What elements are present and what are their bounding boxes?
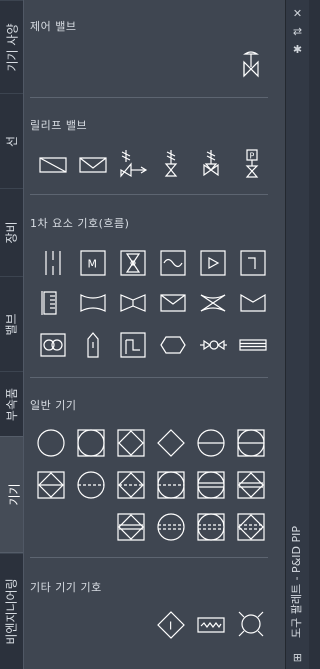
tab-label: 선 <box>4 135 19 147</box>
ultrasonic-meter-icon[interactable] <box>118 330 148 360</box>
magnetic-label: M <box>88 258 98 271</box>
tab-fittings[interactable]: 부속품 <box>0 371 23 436</box>
tab-valves[interactable]: 밸브 <box>0 276 23 371</box>
shared-display-behind-panel-icon[interactable] <box>196 512 226 542</box>
computer-behind-panel-icon[interactable] <box>236 512 266 542</box>
close-icon[interactable]: ✕ <box>290 6 305 20</box>
plc-main-panel-icon[interactable] <box>116 470 146 500</box>
tab-label: 기기 <box>7 483 22 506</box>
tab-lines[interactable]: 선 <box>0 93 23 188</box>
pressure-relief-valve-icon[interactable] <box>118 148 148 178</box>
autohide-icon[interactable]: ⇄ <box>290 24 305 38</box>
palette-menu-icon[interactable]: ⊞ <box>290 650 305 664</box>
tab-label: 비엔지니어링 <box>5 578 19 645</box>
palette-title-rail: ✕ ⇄ ✱ 도구 팔레트 - P&ID PIP ⊞ <box>285 0 309 669</box>
flow-straightener-icon[interactable] <box>238 330 268 360</box>
tab-label: 부속품 <box>5 387 19 421</box>
shared-display-main-panel-icon[interactable] <box>236 428 266 458</box>
variable-area-meter-icon[interactable] <box>158 330 188 360</box>
control-valve-icon[interactable] <box>236 50 266 80</box>
divider <box>30 194 268 195</box>
pitot-venturi-icon[interactable] <box>118 288 148 318</box>
dual-function-aux-icon[interactable] <box>156 512 186 542</box>
tab-equipment[interactable]: 장비 <box>0 188 23 276</box>
tab-instrument-spec[interactable]: 기기 사양 <box>0 0 23 93</box>
section-title-misc-instrument: 기타 기기 기호 <box>30 581 102 594</box>
turbine-meter-icon[interactable] <box>158 248 188 278</box>
divider <box>30 557 268 558</box>
tab-label: 밸브 <box>5 312 19 336</box>
magnetic-flow-meter-icon[interactable]: M <box>78 248 108 278</box>
computer-function-field-icon[interactable] <box>116 428 146 458</box>
relief-valve-angle-icon[interactable] <box>196 148 226 178</box>
rupture-disc-icon[interactable] <box>38 150 68 180</box>
properties-icon[interactable]: ✱ <box>290 42 305 56</box>
section-title-relief-valve: 릴리프 밸브 <box>30 119 88 132</box>
rupture-disc-vacuum-icon[interactable] <box>78 150 108 180</box>
discrete-instrument-main-panel-icon[interactable] <box>196 428 226 458</box>
vortex-meter-icon[interactable] <box>198 248 228 278</box>
orifice-plate-icon[interactable] <box>38 248 68 278</box>
safety-valve-icon[interactable] <box>158 148 188 178</box>
palette-tabs: 기기 사양 선 장비 밸브 부속품 기기 비엔지니어링 <box>0 0 28 669</box>
discrete-instrument-aux-panel-icon[interactable] <box>76 470 106 500</box>
pilot-relief-valve-icon[interactable]: P <box>238 148 268 178</box>
tab-label: 기기 사양 <box>5 23 20 71</box>
positive-displacement-meter-icon[interactable] <box>118 248 148 278</box>
plc-field-icon[interactable] <box>156 428 186 458</box>
signal-converter-icon[interactable] <box>196 610 226 640</box>
tab-non-engineering[interactable]: 비엔지니어링 <box>0 553 23 669</box>
divider <box>30 97 268 98</box>
section-title-general-instrument: 일반 기기 <box>30 399 77 412</box>
section-title-primary-element: 1차 요소 기호(흐름) <box>30 217 130 230</box>
shared-display-aux-panel-icon[interactable] <box>156 470 186 500</box>
interlock-diamond-icon[interactable]: I <box>156 610 186 640</box>
wedge-meter-icon[interactable] <box>198 288 228 318</box>
plc-behind-panel-icon[interactable] <box>116 512 146 542</box>
computer-function-main-panel-icon[interactable] <box>36 470 66 500</box>
palette-title: 도구 팔레트 - P&ID PIP <box>290 526 303 638</box>
computer-function-aux-panel-icon[interactable] <box>196 470 226 500</box>
divider <box>30 377 268 378</box>
palette-content: 제어 밸브 릴리프 밸브 P 1차 요소 기호(흐름) M 일반 기기 기타 기… <box>23 0 286 669</box>
venturi-tube-icon[interactable] <box>78 288 108 318</box>
in-line-flow-meter-icon[interactable] <box>198 330 228 360</box>
discrete-instrument-field-icon[interactable] <box>36 428 66 458</box>
coriolis-meter-icon[interactable] <box>38 330 68 360</box>
thermal-mass-meter-icon[interactable] <box>238 288 268 318</box>
flow-nozzle-icon[interactable] <box>38 288 68 318</box>
tab-label: 장비 <box>5 221 19 244</box>
shared-display-field-icon[interactable] <box>76 428 106 458</box>
averaging-pitot-icon[interactable] <box>158 288 188 318</box>
light-indicator-icon[interactable] <box>236 608 266 638</box>
plc-aux-panel-icon[interactable] <box>236 470 266 500</box>
section-title-control-valve: 제어 밸브 <box>30 20 77 33</box>
interlock-label: I <box>169 620 172 633</box>
pilot-label: P <box>250 152 255 161</box>
target-meter-icon[interactable] <box>238 248 268 278</box>
pitot-tube-icon[interactable] <box>78 330 108 360</box>
